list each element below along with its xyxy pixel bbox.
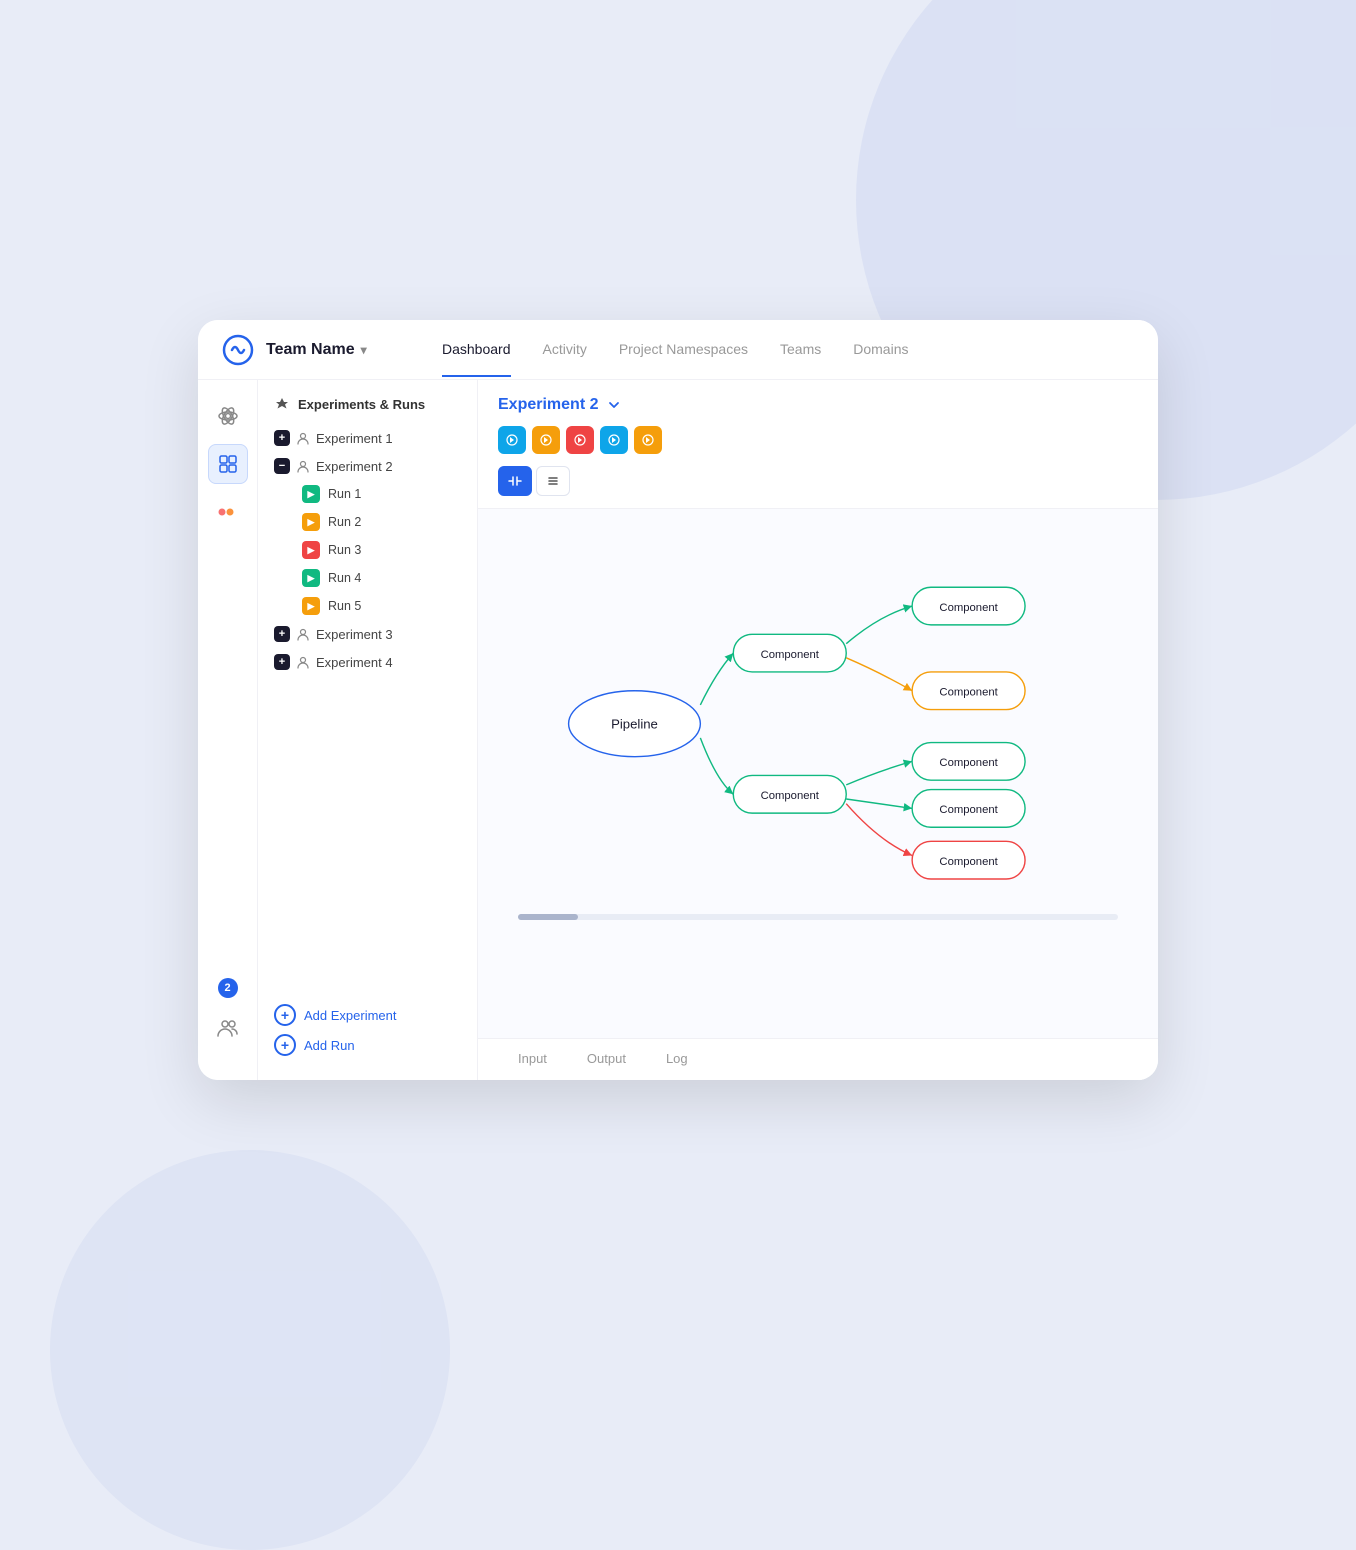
panel-title: Experiments & Runs: [298, 397, 425, 412]
experiment-3-label: Experiment 3: [316, 627, 393, 642]
toggle-list-btn[interactable]: [536, 466, 570, 496]
team-selector[interactable]: Team Name ▾: [266, 341, 367, 359]
exp-toggle-2[interactable]: −: [274, 458, 290, 474]
bottom-tabs: Input Output Log: [478, 1038, 1158, 1080]
run-badge-2[interactable]: [532, 426, 560, 454]
svg-text:Component: Component: [761, 649, 820, 661]
sidebar-icons: 2: [198, 380, 258, 1080]
run-badge-4[interactable]: [600, 426, 628, 454]
diagram-scrollbar[interactable]: [518, 914, 1118, 920]
model-sidebar-btn[interactable]: [208, 444, 248, 484]
add-experiment-btn[interactable]: + Add Experiment: [274, 1004, 461, 1026]
add-run-icon: +: [274, 1034, 296, 1056]
exp-user-icon-4: [296, 655, 310, 669]
run-4-label: Run 4: [328, 571, 361, 585]
add-experiment-label: Add Experiment: [304, 1008, 397, 1023]
team-chevron-icon: ▾: [361, 343, 367, 357]
panel-header-icon: [274, 396, 290, 412]
exp-toggle-3[interactable]: +: [274, 626, 290, 642]
run-item-1[interactable]: ▶ Run 1: [258, 480, 477, 508]
dots-icon: [218, 506, 238, 518]
exp-user-icon-2: [296, 459, 310, 473]
tab-domains[interactable]: Domains: [853, 323, 908, 377]
diagram-scrollbar-thumb: [518, 914, 578, 920]
nav-tabs: Dashboard Activity Project Namespaces Te…: [442, 323, 1134, 377]
experiments-sidebar-btn[interactable]: [208, 396, 248, 436]
tab-log[interactable]: Log: [646, 1039, 708, 1080]
tab-teams[interactable]: Teams: [780, 323, 821, 377]
run-dot-2: ▶: [302, 513, 320, 531]
exp-user-icon-1: [296, 431, 310, 445]
svg-text:Component: Component: [939, 686, 998, 698]
tab-activity[interactable]: Activity: [543, 323, 587, 377]
svg-text:Pipeline: Pipeline: [611, 716, 658, 731]
experiments-panel: Experiments & Runs + Experiment 1 − Expe…: [258, 380, 478, 1080]
run-badge-5[interactable]: [634, 426, 662, 454]
run-dot-4: ▶: [302, 569, 320, 587]
run-1-label: Run 1: [328, 487, 361, 501]
pipeline-diagram: Pipeline Component Component Component C…: [498, 529, 1138, 909]
panel-header: Experiments & Runs: [258, 396, 477, 424]
add-run-label: Add Run: [304, 1038, 355, 1053]
team-name-label: Team Name: [266, 341, 355, 359]
tab-input[interactable]: Input: [498, 1039, 567, 1080]
experiment-selector[interactable]: Experiment 2: [498, 396, 1138, 414]
tab-output[interactable]: Output: [567, 1039, 646, 1080]
run-icons-row: [498, 426, 1138, 454]
add-experiment-icon: +: [274, 1004, 296, 1026]
team-icon: [217, 1018, 239, 1038]
run-dot-1: ▶: [302, 485, 320, 503]
svg-text:Component: Component: [761, 790, 820, 802]
tab-dashboard[interactable]: Dashboard: [442, 323, 511, 377]
svg-text:Component: Component: [939, 757, 998, 769]
svg-text:Component: Component: [939, 856, 998, 868]
model-icon: [218, 454, 238, 474]
view-toggle: [498, 466, 1138, 496]
run-badge-1[interactable]: [498, 426, 526, 454]
run-item-4[interactable]: ▶ Run 4: [258, 564, 477, 592]
app-logo-icon: [222, 334, 254, 366]
other-sidebar-btn[interactable]: [208, 492, 248, 532]
diagram-area: Pipeline Component Component Component C…: [478, 509, 1158, 1038]
experiment-2-label: Experiment 2: [316, 459, 393, 474]
experiment-item-3[interactable]: + Experiment 3: [258, 620, 477, 648]
run-3-label: Run 3: [328, 543, 361, 557]
experiment-item-1[interactable]: + Experiment 1: [258, 424, 477, 452]
run-badge-3[interactable]: [566, 426, 594, 454]
run-5-label: Run 5: [328, 599, 361, 613]
experiment-1-label: Experiment 1: [316, 431, 393, 446]
experiment-selector-label: Experiment 2: [498, 396, 598, 414]
app-window: Team Name ▾ Dashboard Activity Project N…: [198, 320, 1158, 1080]
content-header: Experiment 2: [478, 380, 1158, 509]
top-nav: Team Name ▾ Dashboard Activity Project N…: [198, 320, 1158, 380]
run-dot-3: ▶: [302, 541, 320, 559]
exp-user-icon-3: [296, 627, 310, 641]
run-2-label: Run 2: [328, 515, 361, 529]
run-item-2[interactable]: ▶ Run 2: [258, 508, 477, 536]
main-content: 2 Exp: [198, 380, 1158, 1080]
add-run-btn[interactable]: + Add Run: [274, 1034, 461, 1056]
toggle-flow-btn[interactable]: [498, 466, 532, 496]
run-dot-5: ▶: [302, 597, 320, 615]
notification-badge[interactable]: 2: [218, 978, 238, 998]
experiments-icon: [217, 405, 239, 427]
experiment-4-label: Experiment 4: [316, 655, 393, 670]
experiment-selector-chevron-icon: [606, 397, 622, 413]
svg-text:Component: Component: [939, 602, 998, 614]
exp-toggle-4[interactable]: +: [274, 654, 290, 670]
exp-toggle-1[interactable]: +: [274, 430, 290, 446]
svg-text:Component: Component: [939, 804, 998, 816]
add-actions: + Add Experiment + Add Run: [258, 988, 477, 1064]
logo-area: Team Name ▾: [222, 334, 442, 366]
content-area: Experiment 2: [478, 380, 1158, 1080]
team-sidebar-btn[interactable]: [208, 1008, 248, 1048]
experiment-item-2[interactable]: − Experiment 2: [258, 452, 477, 480]
run-item-5[interactable]: ▶ Run 5: [258, 592, 477, 620]
tab-project-namespaces[interactable]: Project Namespaces: [619, 323, 748, 377]
run-item-3[interactable]: ▶ Run 3: [258, 536, 477, 564]
experiment-item-4[interactable]: + Experiment 4: [258, 648, 477, 676]
